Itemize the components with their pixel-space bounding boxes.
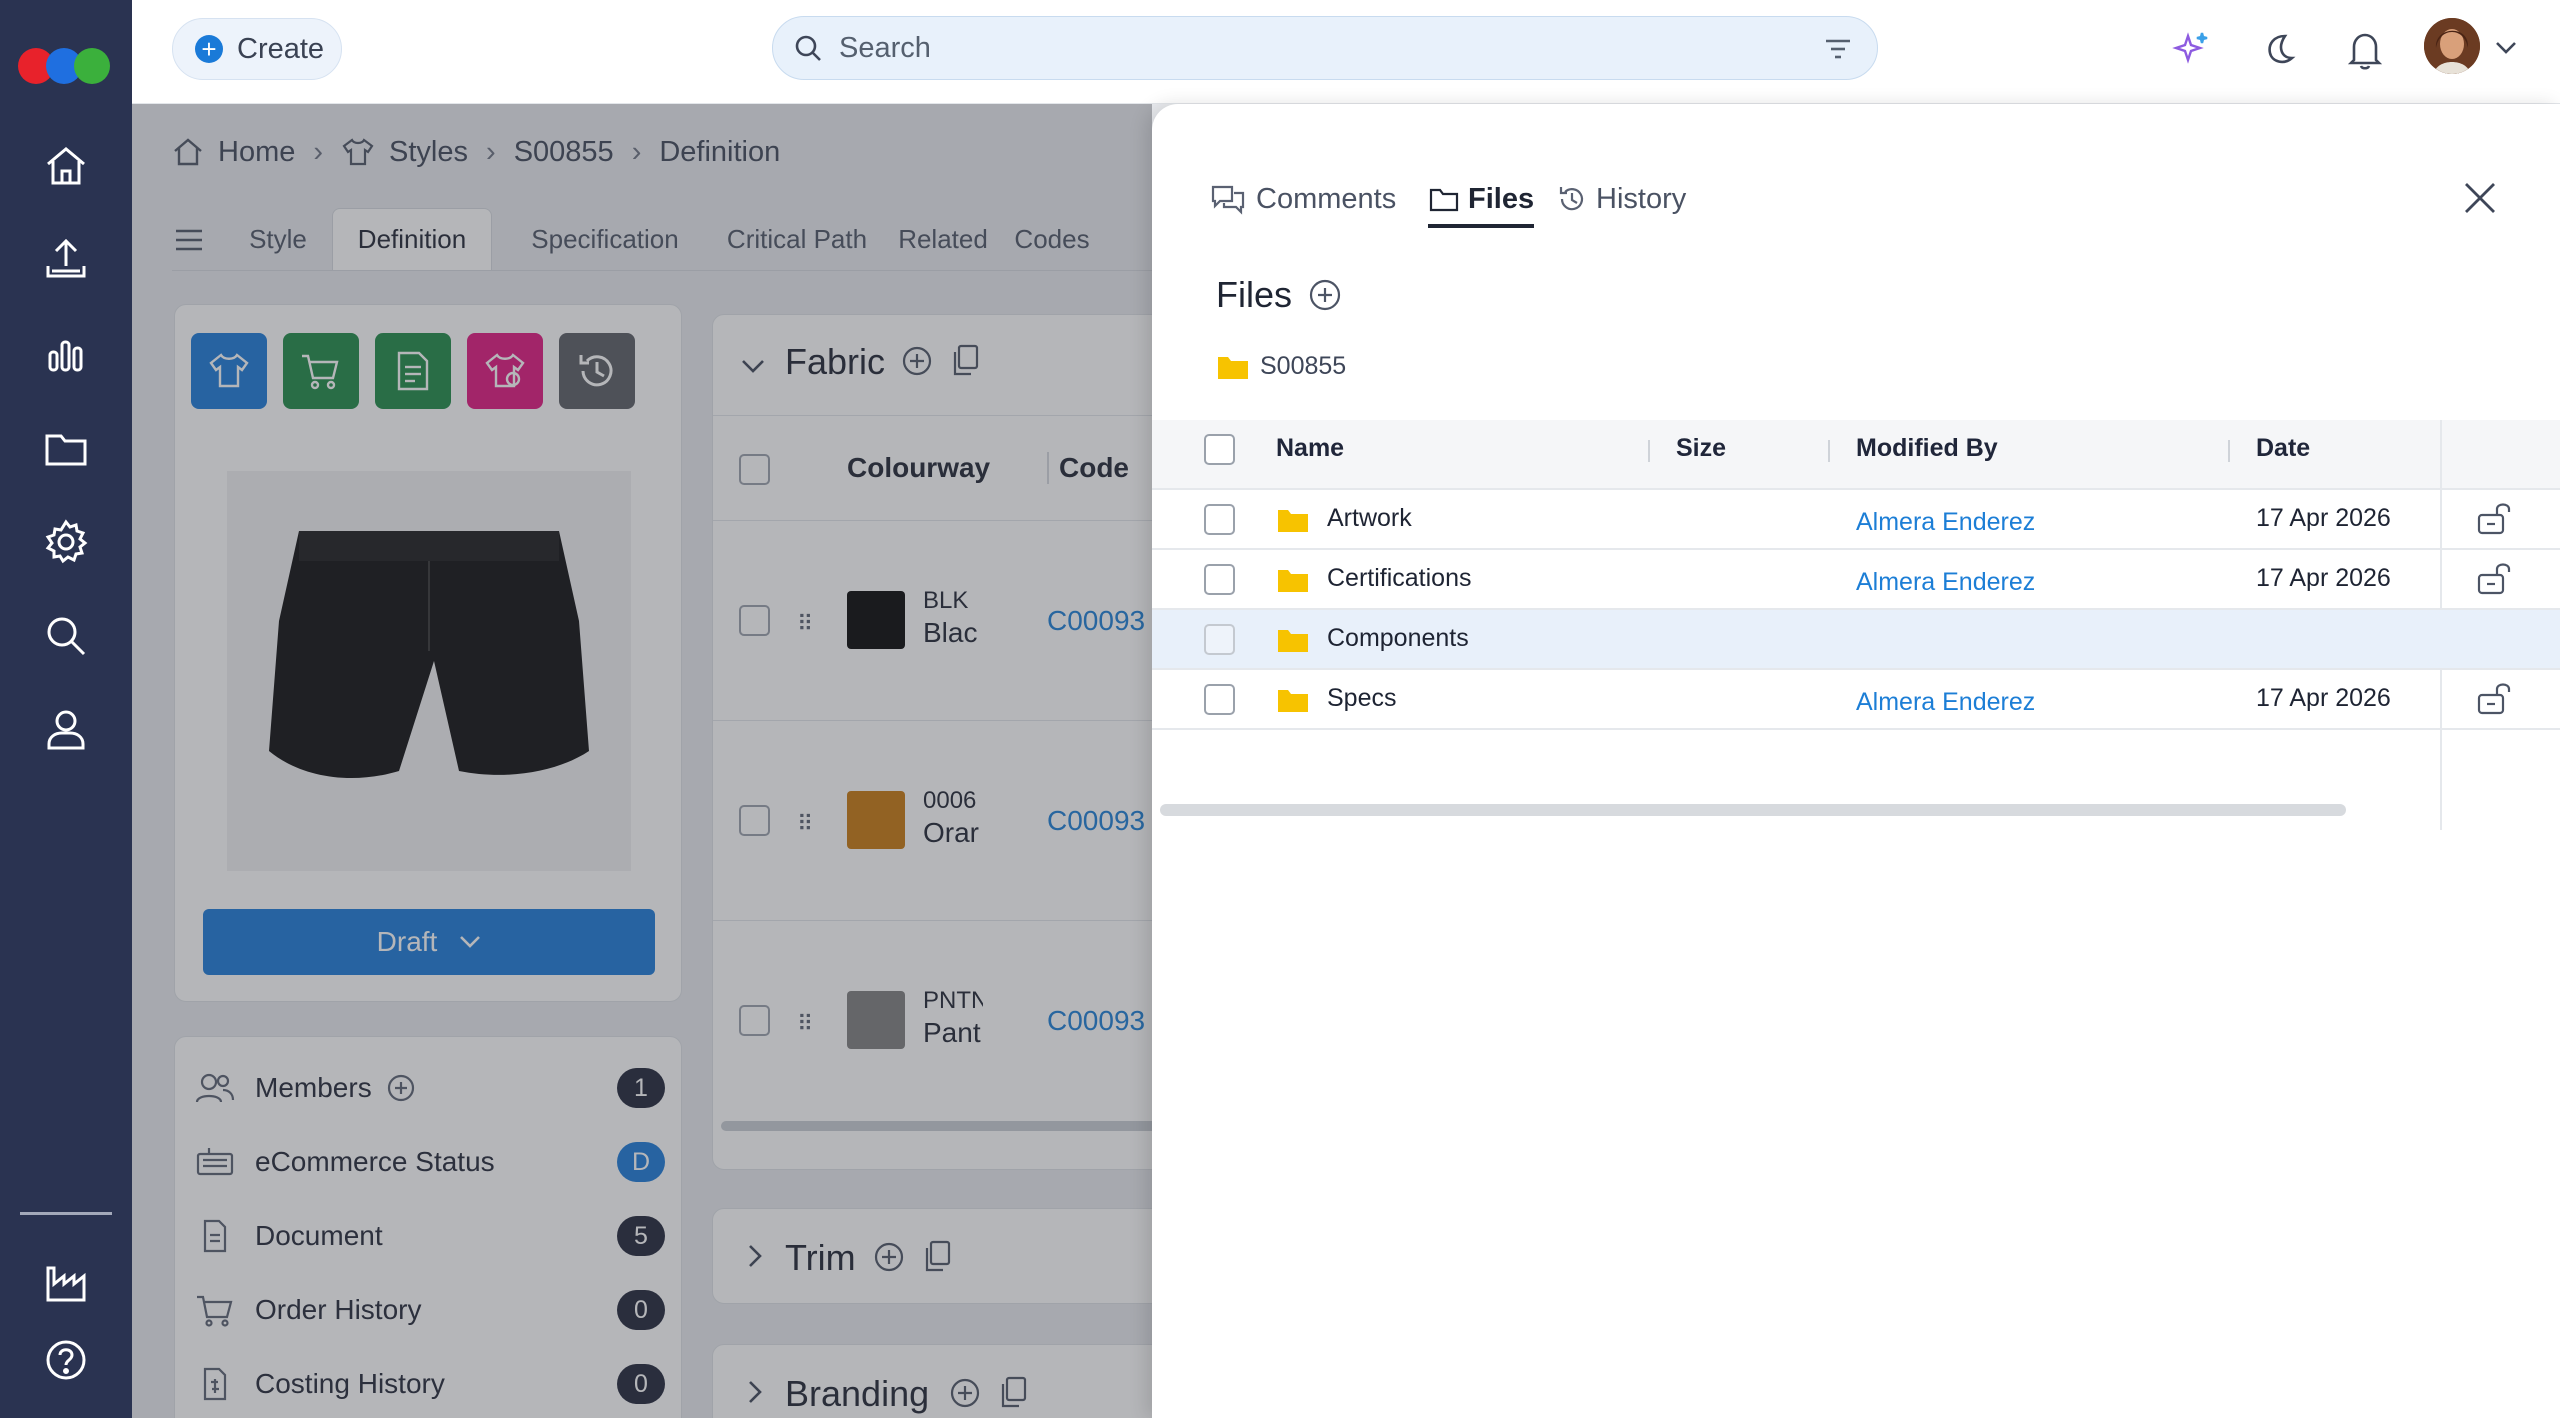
folder-icon [1276,506,1310,534]
history-tab-label: History [1596,182,1687,215]
files-tab-label: Files [1468,182,1535,215]
col-date[interactable]: Date [2256,434,2310,463]
col-divider [1648,440,1650,462]
close-icon[interactable] [2460,178,2500,218]
select-all-checkbox[interactable] [1204,434,1235,465]
file-date: 17 Apr 2026 [2256,504,2391,532]
comments-icon [1210,183,1246,215]
file-date: 17 Apr 2026 [2256,684,2391,712]
search-icon [793,33,823,63]
filter-icon[interactable] [1823,35,1853,63]
nav-divider [20,1212,112,1215]
plus-icon: + [195,35,223,63]
unlock-icon[interactable] [2476,680,2516,716]
folder-icon[interactable] [36,418,96,478]
settings-icon[interactable] [36,512,96,572]
home-icon[interactable] [36,136,96,196]
col-modified-by[interactable]: Modified By [1856,434,1998,463]
tab-files[interactable]: Files [1428,174,1535,228]
files-panel: Comments Files History Files S00855 Name… [1152,104,2560,1418]
modal-backdrop[interactable] [132,104,1152,1418]
folder-icon [1276,566,1310,594]
history-icon [1556,183,1588,215]
unlock-icon[interactable] [2476,500,2516,536]
notification-bell-icon[interactable] [2346,30,2384,70]
create-button[interactable]: + Create [172,18,342,80]
top-bar: + Create Search [132,0,2560,104]
row-checkbox[interactable] [1204,564,1235,595]
search-placeholder: Search [839,31,931,64]
factory-icon[interactable] [36,1254,96,1314]
avatar[interactable] [2424,18,2480,74]
row-checkbox[interactable] [1204,504,1235,535]
file-name[interactable]: Artwork [1327,504,1412,533]
file-date: 17 Apr 2026 [2256,564,2391,592]
search-nav-icon[interactable] [36,606,96,666]
file-row-highlighted[interactable]: Components [1152,610,2560,670]
file-row[interactable]: Artwork Almera Enderez 17 Apr 2026 [1152,490,2560,550]
left-nav [0,0,132,1418]
help-icon[interactable] [36,1330,96,1390]
horizontal-scrollbar[interactable] [1160,804,2346,816]
row-checkbox[interactable] [1204,624,1235,655]
ai-sparkle-icon[interactable] [2172,30,2210,68]
chevron-down-icon[interactable] [2494,40,2518,56]
modified-by-link[interactable]: Almera Enderez [1856,688,2035,717]
app-logo[interactable] [12,44,116,88]
tab-comments[interactable]: Comments [1210,174,1396,224]
col-name[interactable]: Name [1276,434,1344,463]
tab-history[interactable]: History [1556,174,1686,224]
comments-tab-label: Comments [1256,182,1397,215]
file-row[interactable]: Specs Almera Enderez 17 Apr 2026 [1152,670,2560,730]
folder-icon [1276,686,1310,714]
row-checkbox[interactable] [1204,684,1235,715]
file-name[interactable]: Components [1327,624,1469,653]
folder-icon [1216,353,1250,381]
file-row[interactable]: Certifications Almera Enderez 17 Apr 202… [1152,550,2560,610]
unlock-icon[interactable] [2476,560,2516,596]
file-name[interactable]: Certifications [1327,564,1472,593]
folder-path-label: S00855 [1260,352,1347,380]
col-size[interactable]: Size [1676,434,1726,463]
col-divider [1828,440,1830,462]
search-input[interactable]: Search [772,16,1878,80]
folder-path[interactable]: S00855 [1216,352,1346,381]
files-heading: Files [1216,274,1293,315]
folder-icon [1276,626,1310,654]
user-icon[interactable] [36,700,96,760]
folder-tab-icon [1428,185,1460,213]
upload-icon[interactable] [36,230,96,290]
file-name[interactable]: Specs [1327,684,1396,713]
create-label: Create [237,32,325,65]
col-divider [2228,440,2230,462]
chart-icon[interactable] [36,324,96,384]
modified-by-link[interactable]: Almera Enderez [1856,568,2035,597]
dark-mode-icon[interactable] [2260,30,2298,68]
modified-by-link[interactable]: Almera Enderez [1856,508,2035,537]
add-file-icon[interactable] [1308,278,1342,312]
